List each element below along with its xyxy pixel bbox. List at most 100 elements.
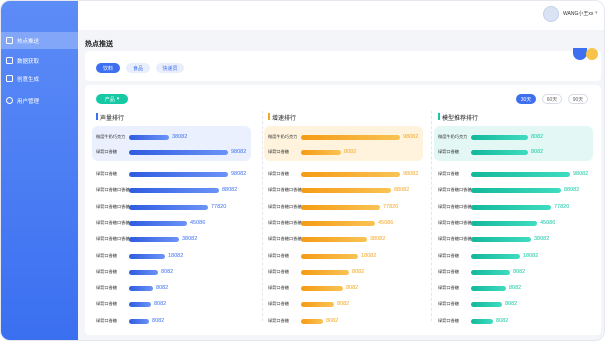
sidebar-item-label: 用户管理	[17, 98, 40, 105]
ranking-value: 8082	[152, 317, 165, 324]
list-item-label: 绿箭口香糖口香糖	[268, 187, 302, 193]
page-title: 热点推送	[85, 41, 113, 48]
highlight-bar	[129, 135, 169, 140]
list-item-label: 绿箭口香糖口香糖	[268, 203, 302, 209]
ranking-value: 45086	[540, 219, 556, 226]
ranking-bar	[471, 302, 502, 308]
ranking-value: 98082	[403, 171, 419, 177]
ranking-bar	[471, 172, 570, 177]
tab-courier[interactable]: 快递员	[156, 63, 184, 73]
ranking-bar	[301, 172, 400, 177]
tab-food[interactable]: 食品	[126, 63, 150, 73]
ranking-panel	[85, 85, 601, 335]
column-title: 模型推荐排行	[438, 113, 478, 122]
edit-icon	[6, 37, 13, 44]
ranking-value: 45086	[378, 219, 394, 226]
ranking-bar	[301, 318, 323, 324]
ranking-bar	[129, 269, 158, 275]
ranking-value: 8082	[509, 285, 522, 292]
app-frame: 热点推送 数据获取 创意生成 用户管理 WANG小王xx ▾ 热点推送 饮料 食…	[0, 0, 605, 341]
ranking-bar	[129, 188, 219, 194]
list-item-label: 绿箭口香糖口香糖	[438, 187, 472, 193]
highlight-value: 38082	[172, 134, 188, 140]
highlight-value: 98082	[231, 149, 247, 155]
highlight-value: 98082	[403, 134, 419, 140]
list-item-label: 绿箭口香糖口香糖	[96, 187, 130, 193]
highlight-bar	[471, 150, 528, 155]
ranking-bar	[129, 318, 149, 324]
user-menu-chevron-down-icon[interactable]: ▾	[595, 10, 598, 16]
ranking-value: 8082	[156, 285, 169, 292]
tab-drinks[interactable]: 饮料	[96, 63, 120, 73]
ranking-value: 8082	[352, 268, 365, 275]
period-60-days[interactable]: 60天	[542, 94, 562, 104]
ranking-value: 8082	[337, 301, 350, 308]
period-30-days[interactable]: 30天	[516, 94, 536, 104]
highlight-value: 8082	[344, 149, 357, 155]
period-90-days[interactable]: 90天	[568, 94, 588, 104]
ranking-bar	[471, 188, 561, 194]
sidebar-item-label: 创意生成	[17, 76, 40, 83]
ranking-bar	[129, 286, 153, 292]
ranking-value: 77820	[211, 203, 227, 210]
column-divider	[262, 111, 263, 321]
list-item-label: 绿箭口香糖	[268, 268, 289, 274]
product-filter-dropdown[interactable]: 产品 ▾	[96, 94, 128, 104]
avatar[interactable]	[543, 6, 559, 22]
list-item-label: 绿箭口香糖	[96, 252, 117, 258]
highlight-value: 8082	[531, 134, 544, 140]
ranking-bar	[129, 204, 208, 210]
topbar	[78, 1, 604, 30]
ranking-bar	[301, 204, 380, 210]
list-item-label: 绿箭口香糖	[438, 171, 459, 176]
username[interactable]: WANG小王xx	[563, 10, 593, 17]
ranking-value: 38082	[370, 236, 386, 243]
ranking-value: 8082	[513, 268, 526, 275]
list-item-label: 绿箭口香糖	[438, 301, 459, 307]
list-item-label: 绿箭口香糖	[268, 317, 289, 323]
top-highlight-box	[434, 126, 593, 161]
ranking-bar	[471, 220, 537, 226]
column-title: 声量排行	[96, 113, 124, 122]
ranking-value: 18082	[168, 252, 184, 259]
ranking-value: 38082	[534, 236, 550, 243]
highlight-row-label: 微度牛奶巧克力	[438, 134, 468, 139]
ranking-bar	[301, 237, 367, 243]
highlight-row-label: 微度牛奶巧克力	[268, 134, 298, 139]
list-item-label: 绿箭口香糖	[96, 285, 117, 291]
list-item-label: 绿箭口香糖口香糖	[96, 203, 130, 209]
ranking-bar	[129, 237, 179, 243]
ranking-bar	[471, 286, 506, 292]
ranking-value: 38082	[182, 236, 198, 243]
ranking-value: 88082	[564, 187, 580, 194]
sidebar-item-creative[interactable]: 创意生成	[1, 70, 78, 87]
list-item-label: 绿箭口香糖	[96, 301, 117, 307]
ranking-bar	[301, 302, 334, 308]
ranking-bar	[129, 253, 165, 259]
list-item-label: 绿箭口香糖口香糖	[438, 203, 472, 209]
sidebar-item-hot-push[interactable]: 热点推送	[1, 32, 78, 49]
ranking-value: 18082	[361, 252, 377, 259]
highlight-bar	[301, 135, 400, 140]
ranking-value: 8082	[496, 317, 509, 324]
user-icon	[6, 97, 13, 104]
highlight-row-label: 绿箭口香糖	[96, 149, 117, 154]
list-item-label: 绿箭口香糖	[438, 317, 459, 323]
ranking-value: 77820	[383, 203, 399, 210]
ranking-bar	[301, 253, 358, 259]
highlight-bar	[129, 150, 228, 155]
list-item-label: 绿箭口香糖	[438, 268, 459, 274]
sidebar-item-data-fetch[interactable]: 数据获取	[1, 52, 78, 69]
ranking-value: 8082	[346, 285, 359, 292]
list-item-label: 绿箭口香糖	[96, 268, 117, 274]
list-item-label: 绿箭口香糖	[96, 171, 117, 176]
highlight-bar	[471, 135, 528, 140]
sidebar: 热点推送 数据获取 创意生成 用户管理	[1, 1, 78, 340]
list-item-label: 绿箭口香糖口香糖	[96, 219, 130, 225]
ranking-value: 45086	[190, 219, 206, 226]
list-item-label: 绿箭口香糖口香糖	[438, 236, 472, 242]
list-item-label: 绿箭口香糖	[268, 285, 289, 291]
sidebar-item-users[interactable]: 用户管理	[1, 92, 78, 109]
image-icon	[6, 75, 13, 82]
column-divider	[431, 111, 432, 321]
